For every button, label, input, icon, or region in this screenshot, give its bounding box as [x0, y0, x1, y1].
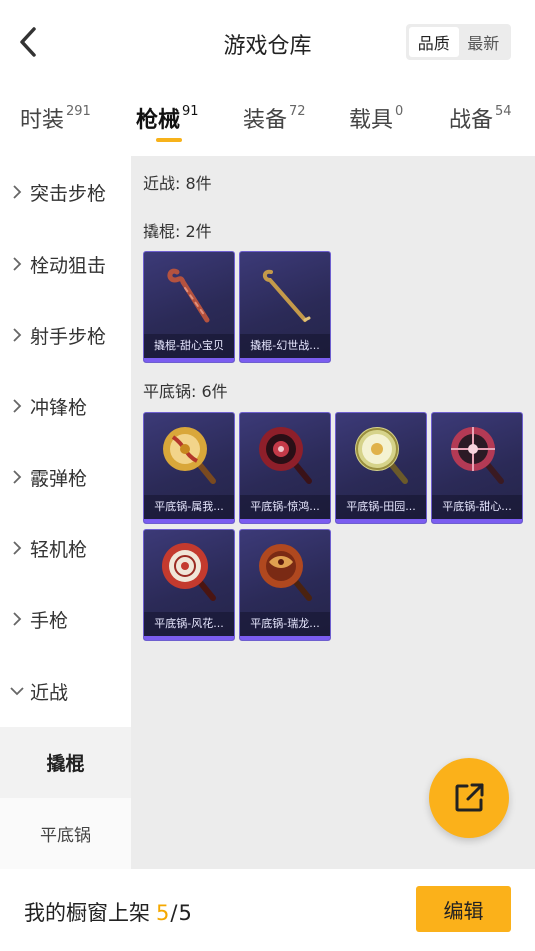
sidebar-item-smg[interactable]: 冲锋枪 — [0, 376, 131, 436]
tab-label: 时装 — [20, 108, 65, 133]
frying-pan-image — [144, 413, 234, 495]
chevron-right-icon — [6, 256, 28, 272]
tab-count: 291 — [66, 104, 91, 119]
sidebar-item-label: 手枪 — [30, 609, 69, 632]
tab-count: 0 — [395, 104, 404, 119]
frying-pan-image — [336, 413, 426, 495]
sidebar-item-label: 栓动狙击 — [30, 254, 107, 277]
item-name: 撬棍-甜心宝贝 — [144, 334, 234, 358]
shelf-label: 我的橱窗上架 — [24, 901, 150, 925]
chevron-right-icon — [6, 184, 28, 200]
item-name: 平底锅-瑞龙... — [240, 612, 330, 636]
share-external-icon — [455, 783, 484, 812]
sidebar-item-label: 轻机枪 — [30, 538, 88, 561]
shelf-current-count: 5 — [156, 901, 170, 925]
sidebar-subitem-crowbar[interactable]: 撬棍 — [0, 727, 131, 798]
header-bar: 游戏仓库 品质 最新 — [0, 0, 535, 86]
frying-pan-image — [240, 413, 330, 495]
edit-button[interactable]: 编辑 — [416, 886, 511, 932]
tab-label: 战备 — [449, 108, 494, 133]
frying-pan-image — [432, 413, 522, 495]
sidebar-item-label: 近战 — [30, 681, 69, 704]
sidebar-item-label: 突击步枪 — [30, 182, 107, 205]
item-name: 平底锅-甜心... — [432, 495, 522, 519]
sidebar-item-label: 冲锋枪 — [30, 396, 88, 419]
item-name: 平底锅-惊鸿... — [240, 495, 330, 519]
item-name: 平底锅-田园... — [336, 495, 426, 519]
crowbar-image — [240, 252, 330, 334]
chevron-left-icon — [20, 27, 36, 57]
sidebar-item-shotgun[interactable]: 霰弹枪 — [0, 447, 131, 507]
tab-label: 枪械 — [136, 108, 181, 133]
back-button[interactable] — [12, 24, 44, 60]
tab-label: 载具 — [349, 108, 394, 133]
tab-fashion[interactable]: 时装 291 — [20, 102, 91, 134]
sidebar-item-melee[interactable]: 近战 — [0, 661, 131, 721]
sort-toggle: 品质 最新 — [406, 24, 511, 60]
sort-option-quality[interactable]: 品质 — [409, 27, 459, 57]
item-name: 撬棍-幻世战... — [240, 334, 330, 358]
chevron-right-icon — [6, 398, 28, 414]
sidebar-subitem-label: 平底锅 — [40, 826, 91, 846]
category-tabs: 时装 291 枪械 91 装备 72 载具 0 战备 54 — [0, 96, 535, 148]
tab-equipment[interactable]: 装备 72 — [243, 102, 306, 134]
chevron-down-icon — [6, 686, 28, 696]
tab-firearms[interactable]: 枪械 91 — [136, 102, 199, 134]
sidebar-item-lmg[interactable]: 轻机枪 — [0, 518, 131, 578]
chevron-right-icon — [6, 611, 28, 627]
sidebar-item-bolt-sniper[interactable]: 栓动狙击 — [0, 234, 131, 294]
chevron-right-icon — [6, 327, 28, 343]
shelf-separator: / — [170, 901, 178, 925]
section-title-crowbar: 撬棍: 2件 — [143, 222, 212, 241]
item-card-pan[interactable]: 平底锅-瑞龙... — [239, 529, 331, 641]
item-name: 平底锅-属我... — [144, 495, 234, 519]
frying-pan-image — [144, 530, 234, 612]
tab-label: 装备 — [243, 108, 288, 133]
share-fab-button[interactable] — [429, 758, 509, 838]
frying-pan-image — [240, 530, 330, 612]
chevron-right-icon — [6, 540, 28, 556]
sort-option-latest[interactable]: 最新 — [459, 27, 509, 57]
shelf-status: 我的橱窗上架 5 / 5 — [24, 897, 192, 927]
item-card-crowbar[interactable]: 撬棍-甜心宝贝 — [143, 251, 235, 363]
bottom-bar: 我的橱窗上架 5 / 5 编辑 — [0, 869, 535, 951]
tab-count: 54 — [495, 104, 512, 119]
item-card-pan[interactable]: 平底锅-属我... — [143, 412, 235, 524]
item-card-pan[interactable]: 平底锅-甜心... — [431, 412, 523, 524]
sidebar-item-marksman-rifle[interactable]: 射手步枪 — [0, 305, 131, 365]
sidebar-subitem-pan[interactable]: 平底锅 — [0, 798, 131, 869]
crowbar-image — [144, 252, 234, 334]
item-card-pan[interactable]: 平底锅-田园... — [335, 412, 427, 524]
sidebar-item-label: 霰弹枪 — [30, 467, 88, 490]
shelf-total-count: 5 — [178, 901, 192, 925]
active-tab-indicator — [156, 138, 182, 142]
sidebar-subitem-label: 撬棍 — [46, 753, 85, 775]
tab-count: 91 — [182, 104, 199, 119]
chevron-right-icon — [6, 469, 28, 485]
sidebar-item-pistol[interactable]: 手枪 — [0, 589, 131, 649]
item-card-crowbar[interactable]: 撬棍-幻世战... — [239, 251, 331, 363]
category-sidebar: 突击步枪 栓动狙击 射手步枪 冲锋枪 霰弹枪 轻机枪 手枪 近战 撬棍 平底锅 — [0, 156, 131, 869]
tab-count: 72 — [289, 104, 306, 119]
tab-vehicles[interactable]: 载具 0 — [349, 102, 403, 134]
item-content-panel: 近战: 8件 撬棍: 2件 撬棍-甜心宝贝 撬棍-幻世战... 平底锅: 6件 — [131, 156, 535, 869]
sidebar-item-label: 射手步枪 — [30, 325, 107, 348]
item-name: 平底锅-风花... — [144, 612, 234, 636]
section-title-melee: 近战: 8件 — [143, 174, 212, 193]
item-card-pan[interactable]: 平底锅-惊鸿... — [239, 412, 331, 524]
tab-supplies[interactable]: 战备 54 — [449, 102, 512, 134]
sidebar-item-assault-rifle[interactable]: 突击步枪 — [0, 162, 131, 222]
section-title-pan: 平底锅: 6件 — [143, 382, 228, 401]
item-card-pan[interactable]: 平底锅-风花... — [143, 529, 235, 641]
